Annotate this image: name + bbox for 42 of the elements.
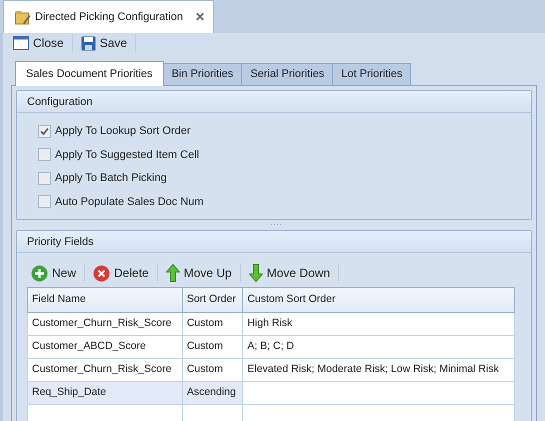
delete-icon (93, 264, 110, 282)
table-cell: Ascending (182, 382, 243, 404)
tab-title: Directed Picking Configuration (35, 10, 183, 25)
checkbox-label: Auto Populate Sales Doc Num (55, 194, 204, 210)
table-cell: Customer_ABCD_Score (28, 336, 182, 358)
close-button[interactable]: Close (9, 33, 68, 53)
tab[interactable]: Sales Document Priorities (15, 61, 164, 86)
add-icon (31, 264, 48, 282)
save-icon (80, 36, 96, 50)
table-cell: Elevated Risk; Moderate Risk; Low Risk; Minimal Risk (242, 358, 514, 382)
save-button[interactable]: Save (76, 33, 132, 53)
group-header: Configuration (17, 91, 531, 113)
window-icon (13, 36, 29, 50)
table-cell: Custom (182, 336, 243, 358)
document-tab[interactable]: Directed Picking Configuration ✕ (3, 0, 214, 33)
move-up-button[interactable]: Move Up (162, 263, 236, 283)
tab[interactable]: Lot Priorities (332, 63, 412, 85)
up-arrow-icon (166, 264, 180, 282)
close-button[interactable]: ✕ (186, 8, 205, 26)
column-header[interactable]: Custom Sort Order (242, 288, 514, 312)
checkbox-label: Apply To Batch Picking (55, 171, 167, 186)
move-down-button[interactable]: Move Down (244, 263, 334, 283)
table-cell: Customer_Churn_Risk_Score (28, 312, 182, 336)
folder-pencil-icon (15, 10, 31, 24)
checkbox[interactable] (38, 172, 51, 185)
tab[interactable]: Bin Priorities (162, 63, 242, 85)
table-cell: High Risk (242, 312, 514, 336)
column-header[interactable]: Sort Order (182, 288, 243, 312)
checkbox-label: Apply To Lookup Sort Order (55, 124, 191, 139)
group-header: Priority Fields (17, 231, 531, 253)
checkbox[interactable] (38, 195, 51, 208)
new-button[interactable]: New (27, 263, 80, 283)
table-cell: Custom (182, 312, 243, 336)
column-header[interactable]: Field Name (28, 288, 182, 312)
table-cell: Req_Ship_Date (28, 382, 182, 404)
checkbox-label: Apply To Suggested Item Cell (55, 148, 200, 162)
checkbox[interactable] (38, 148, 51, 162)
delete-button[interactable]: Delete (89, 263, 153, 283)
checkbox[interactable] (38, 124, 51, 138)
tab[interactable]: Serial Priorities (241, 63, 334, 85)
down-arrow-icon (248, 264, 263, 282)
table-cell: A; B; C; D (242, 336, 514, 358)
